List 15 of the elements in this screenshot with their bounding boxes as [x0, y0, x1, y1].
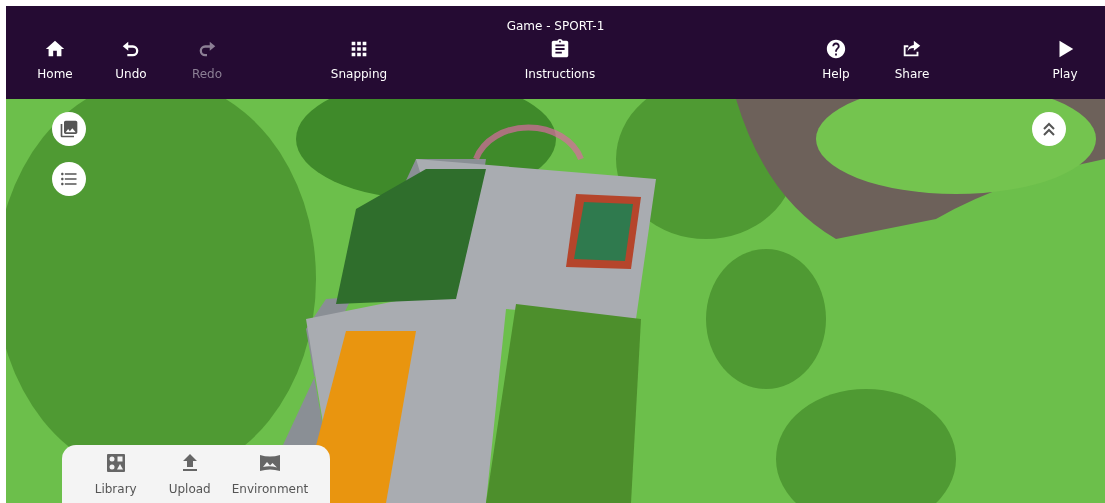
help-button[interactable]: Help	[798, 38, 874, 82]
photo-gallery-icon	[59, 119, 79, 139]
double-chevron-up-icon	[1041, 120, 1057, 138]
window-title: Game - SPORT-1	[506, 18, 605, 35]
home-button[interactable]: Home	[17, 38, 93, 82]
clipboard-icon	[549, 38, 571, 60]
play-button[interactable]: Play	[1027, 38, 1103, 82]
clipboard-button[interactable]: Instructions	[522, 38, 598, 82]
environment-button[interactable]: Environment	[231, 451, 309, 503]
grid-button[interactable]: Snapping	[321, 38, 397, 82]
undo-button[interactable]: Undo	[93, 38, 169, 82]
library-button[interactable]: Library	[83, 451, 148, 503]
share-button[interactable]: Share	[874, 38, 950, 82]
help-icon	[825, 38, 847, 60]
upload-button[interactable]: Upload	[157, 451, 222, 503]
